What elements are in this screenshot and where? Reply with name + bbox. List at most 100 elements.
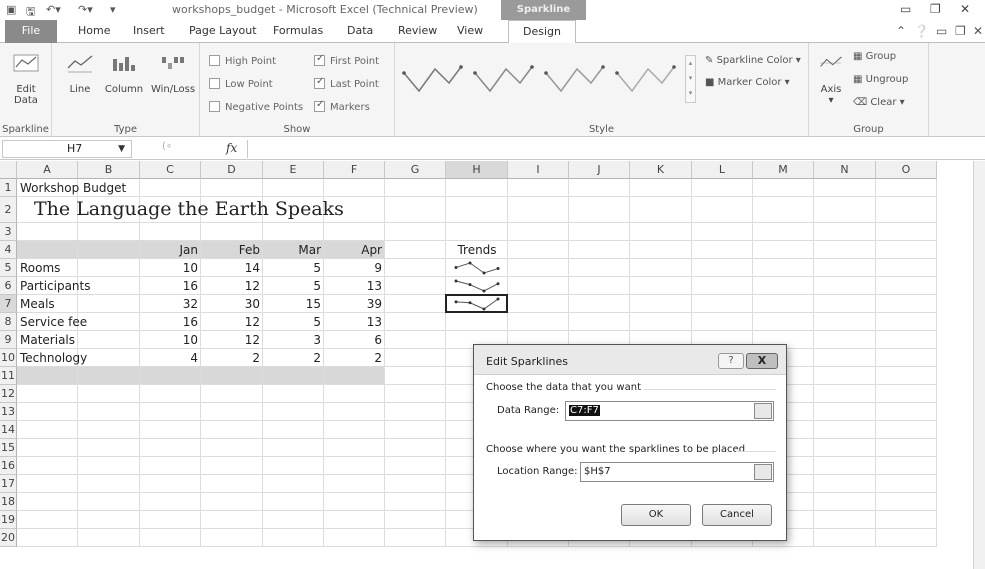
grid-cell[interactable] [17, 511, 78, 529]
grid-cell[interactable] [814, 421, 876, 439]
excel-app-icon[interactable]: ▣ [6, 3, 16, 16]
grid-cell[interactable] [140, 179, 201, 197]
row-header-16[interactable]: 16 [0, 457, 17, 475]
grid-cell[interactable] [385, 277, 446, 295]
grid-cell[interactable] [753, 197, 814, 223]
grid-cell[interactable] [78, 295, 140, 313]
grid-cell[interactable] [569, 259, 630, 277]
grid-cell[interactable] [876, 385, 937, 403]
grid-cell[interactable] [630, 277, 692, 295]
grid-cell[interactable] [263, 457, 324, 475]
grid-cell[interactable] [630, 259, 692, 277]
grid-cell[interactable] [78, 367, 140, 385]
grid-cell[interactable] [814, 331, 876, 349]
grid-cell[interactable] [140, 511, 201, 529]
grid-cell[interactable] [201, 475, 263, 493]
location-range-collapse-icon[interactable] [754, 464, 772, 480]
grid-cell[interactable] [814, 511, 876, 529]
negative-points-checkbox[interactable]: Negative Points [209, 101, 303, 113]
select-all-corner[interactable] [0, 161, 17, 179]
markers-checkbox[interactable]: Markers [314, 99, 370, 113]
grid-cell[interactable] [324, 475, 385, 493]
column-header-a[interactable]: A [17, 161, 78, 179]
grid-cell[interactable] [814, 313, 876, 331]
grid-cell[interactable] [876, 349, 937, 367]
sheet-title[interactable]: The Language the Earth Speaks [34, 198, 344, 220]
grid-cell[interactable] [569, 223, 630, 241]
dialog-close-button[interactable]: X [746, 353, 778, 369]
value-cell[interactable]: 5 [263, 259, 324, 277]
grid-cell[interactable] [17, 493, 78, 511]
grid-cell[interactable] [385, 197, 446, 223]
grid-cell[interactable] [630, 241, 692, 259]
tab-design[interactable]: Design [508, 20, 576, 44]
grid-cell[interactable] [324, 367, 385, 385]
grid-cell[interactable] [385, 511, 446, 529]
value-cell[interactable]: 4 [140, 349, 201, 367]
value-cell[interactable]: 10 [140, 259, 201, 277]
grid-cell[interactable] [140, 439, 201, 457]
row-header-13[interactable]: 13 [0, 403, 17, 421]
grid-cell[interactable] [814, 349, 876, 367]
data-range-input[interactable]: C7:F7 [565, 401, 774, 421]
grid-cell[interactable] [814, 197, 876, 223]
row-label[interactable]: Technology [17, 349, 87, 367]
grid-cell[interactable] [508, 197, 569, 223]
grid-cell[interactable] [140, 529, 201, 547]
grid-cell[interactable] [263, 493, 324, 511]
grid-cell[interactable] [78, 241, 140, 259]
grid-cell[interactable] [324, 179, 385, 197]
value-cell[interactable]: 10 [140, 331, 201, 349]
grid-cell[interactable] [814, 223, 876, 241]
style-gallery-scroll[interactable]: ▴ ▾ ▾ [685, 55, 696, 103]
grid-cell[interactable] [814, 493, 876, 511]
style-swatch-1[interactable] [399, 55, 464, 103]
value-cell[interactable]: 2 [263, 349, 324, 367]
last-point-box[interactable] [314, 76, 325, 89]
grid-cell[interactable] [692, 295, 753, 313]
grid-cell[interactable] [814, 259, 876, 277]
row-header-5[interactable]: 5 [0, 259, 17, 277]
grid-cell[interactable] [140, 223, 201, 241]
cell-workshop-budget[interactable]: Workshop Budget [17, 179, 126, 197]
grid-cell[interactable] [753, 179, 814, 197]
value-cell[interactable]: 9 [324, 259, 385, 277]
tab-page-layout[interactable]: Page Layout [189, 24, 257, 37]
grid-cell[interactable] [876, 421, 937, 439]
month-header[interactable]: Apr [324, 241, 385, 259]
grid-cell[interactable] [569, 295, 630, 313]
close-window-icon[interactable]: ✕ [960, 2, 970, 16]
grid-cell[interactable] [753, 259, 814, 277]
grid-cell[interactable] [876, 179, 937, 197]
grid-cell[interactable] [814, 475, 876, 493]
grid-cell[interactable] [324, 511, 385, 529]
grid-cell[interactable] [201, 223, 263, 241]
column-type-button[interactable]: Column [104, 51, 144, 95]
grid-cell[interactable] [876, 259, 937, 277]
grid-cell[interactable] [140, 457, 201, 475]
grid-cell[interactable] [324, 439, 385, 457]
sparkline-row-5[interactable] [446, 259, 508, 277]
grid-cell[interactable] [201, 511, 263, 529]
value-cell[interactable]: 2 [324, 349, 385, 367]
row-header-12[interactable]: 12 [0, 385, 17, 403]
tab-formulas[interactable]: Formulas [273, 24, 323, 37]
grid-cell[interactable] [508, 295, 569, 313]
row-label[interactable]: Service fee [17, 313, 87, 331]
clear-button[interactable]: ⌫ Clear ▾ [853, 97, 905, 108]
grid-cell[interactable] [78, 223, 140, 241]
grid-cell[interactable] [385, 331, 446, 349]
insert-function-icon[interactable]: fx [226, 141, 237, 155]
grid-cell[interactable] [692, 313, 753, 331]
formula-bar-resize-icon[interactable]: (∘ [162, 141, 172, 152]
grid-cell[interactable] [876, 331, 937, 349]
grid-cell[interactable] [569, 179, 630, 197]
grid-cell[interactable] [385, 529, 446, 547]
row-header-10[interactable]: 10 [0, 349, 17, 367]
grid-cell[interactable] [814, 457, 876, 475]
row-header-20[interactable]: 20 [0, 529, 17, 547]
grid-cell[interactable] [446, 197, 508, 223]
month-header[interactable]: Mar [263, 241, 324, 259]
sparkline-row-6[interactable] [446, 277, 508, 295]
last-point-checkbox[interactable]: Last Point [314, 76, 379, 90]
